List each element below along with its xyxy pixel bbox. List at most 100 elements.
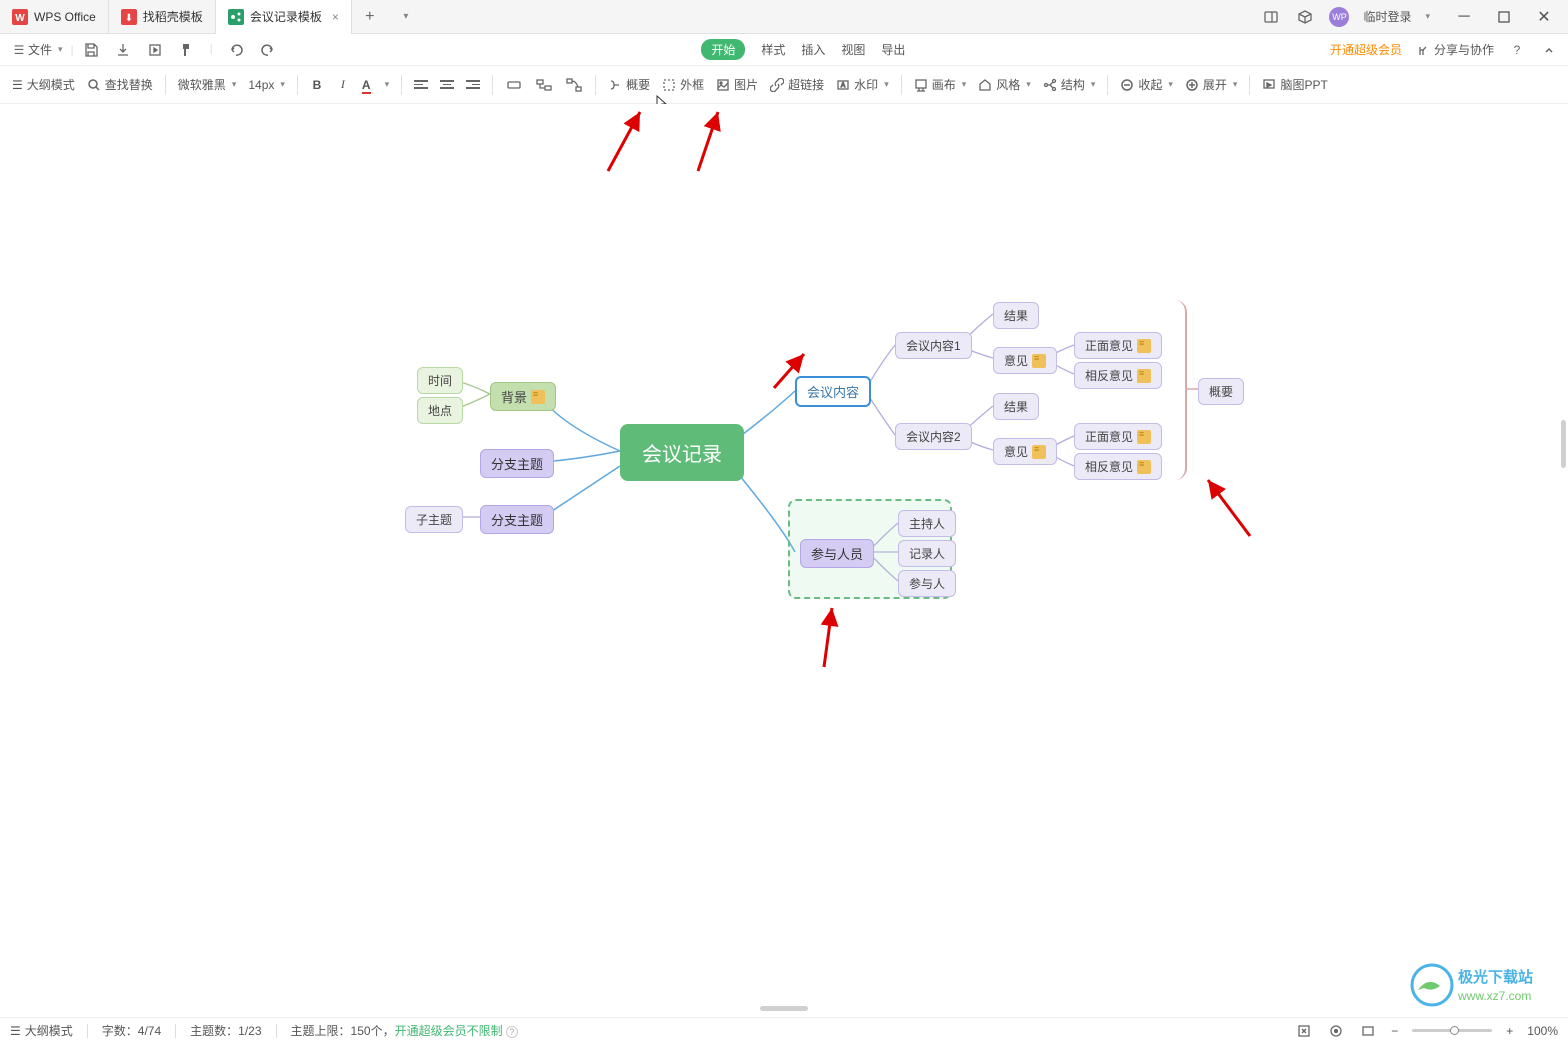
zoom-level[interactable]: 100% — [1527, 1024, 1558, 1038]
node-content1[interactable]: 会议内容1 — [895, 332, 972, 359]
italic-button[interactable]: I — [336, 77, 350, 92]
node-people[interactable]: 参与人员 — [800, 539, 874, 568]
vip-link[interactable]: 开通超级会员 — [1330, 41, 1402, 58]
relation-button[interactable] — [565, 76, 583, 94]
image-button[interactable]: 图片 — [716, 76, 758, 93]
sb-map-icon[interactable] — [1359, 1022, 1377, 1040]
expand-button[interactable]: 展开▾ — [1185, 76, 1238, 93]
node-child[interactable]: 子主题 — [405, 506, 463, 533]
menu-export[interactable]: 导出 — [881, 41, 905, 58]
panel-icon[interactable] — [1261, 7, 1281, 27]
login-status[interactable]: 临时登录 — [1363, 8, 1411, 25]
hyperlink-button[interactable]: 超链接 — [770, 76, 824, 93]
sb-vip-link[interactable]: 开通超级会员不限制 — [395, 1024, 503, 1038]
zoom-slider[interactable] — [1412, 1029, 1492, 1032]
tab-list-button[interactable]: ▾ — [388, 11, 424, 22]
collapse-ribbon-icon[interactable] — [1540, 41, 1558, 59]
align-right-button[interactable] — [466, 80, 480, 89]
summary-button[interactable]: 概要 — [608, 76, 650, 93]
font-color-button[interactable]: A — [362, 78, 371, 92]
tab-document[interactable]: 会议记录模板 × — [216, 0, 352, 34]
chevron-down-icon[interactable]: ▾ — [1425, 11, 1430, 22]
structure-button[interactable]: 结构▾ — [1043, 76, 1096, 93]
redo-icon[interactable] — [259, 41, 277, 59]
note-icon — [531, 390, 545, 404]
toolbar: ☰ 大纲模式 查找替换 微软雅黑▾ 14px▾ B I A▾ 概要 外框 图片 … — [0, 66, 1568, 104]
subtopic-button[interactable] — [535, 76, 553, 94]
close-icon[interactable]: × — [332, 10, 339, 24]
ppt-button[interactable]: 脑图PPT — [1262, 76, 1327, 93]
format-painter-icon[interactable] — [178, 41, 196, 59]
node-neg2[interactable]: 相反意见 — [1074, 453, 1162, 480]
canvas[interactable]: 会议记录 背景 时间 地点 分支主题 分支主题 子主题 会议内容 会议内容1 会… — [0, 104, 1568, 1017]
search-replace-button[interactable]: 查找替换 — [87, 76, 153, 93]
boundary-button[interactable]: 外框 — [662, 76, 704, 93]
svg-text:A: A — [841, 83, 845, 89]
titlebar: W WPS Office ⬇ 找稻壳模板 会议记录模板 × + ▾ WP 临时登… — [0, 0, 1568, 34]
collapse-button[interactable]: 收起▾ — [1120, 76, 1173, 93]
node-place[interactable]: 地点 — [417, 397, 463, 424]
node-result2[interactable]: 结果 — [993, 393, 1039, 420]
outline-mode-button[interactable]: ☰ 大纲模式 — [12, 76, 75, 93]
root-node[interactable]: 会议记录 — [620, 424, 744, 481]
sb-word-count: 字数：4/74 — [102, 1022, 161, 1039]
node-background[interactable]: 背景 — [490, 382, 556, 411]
menu-icon[interactable]: ☰ — [10, 41, 28, 59]
node-pos2[interactable]: 正面意见 — [1074, 423, 1162, 450]
canvas-button[interactable]: 画布▾ — [914, 76, 967, 93]
annotation-arrow — [808, 602, 848, 672]
node-result1[interactable]: 结果 — [993, 302, 1039, 329]
node-neg1[interactable]: 相反意见 — [1074, 362, 1162, 389]
note-icon — [1137, 460, 1151, 474]
avatar[interactable]: WP — [1329, 7, 1349, 27]
menu-start[interactable]: 开始 — [701, 39, 745, 60]
font-family-select[interactable]: 微软雅黑▾ — [178, 76, 237, 93]
tab-wps[interactable]: W WPS Office — [0, 0, 109, 34]
node-branch2[interactable]: 分支主题 — [480, 505, 554, 534]
info-icon[interactable]: ? — [506, 1026, 518, 1038]
tab-templates[interactable]: ⬇ 找稻壳模板 — [109, 0, 216, 34]
sb-center-icon[interactable] — [1327, 1022, 1345, 1040]
align-center-button[interactable] — [440, 80, 454, 89]
sb-outline-button[interactable]: ☰ 大纲模式 — [10, 1022, 73, 1039]
download-icon[interactable] — [114, 41, 132, 59]
sb-fit-icon[interactable] — [1295, 1022, 1313, 1040]
help-icon[interactable]: ? — [1508, 41, 1526, 59]
note-icon — [1137, 430, 1151, 444]
maximize-button[interactable] — [1484, 0, 1524, 34]
watermark-button[interactable]: A水印▾ — [836, 76, 889, 93]
horizontal-scroll-handle[interactable] — [760, 1006, 808, 1011]
node-summary[interactable]: 概要 — [1198, 378, 1244, 405]
node-time[interactable]: 时间 — [417, 367, 463, 394]
style-button[interactable]: 风格▾ — [978, 76, 1031, 93]
align-left-button[interactable] — [414, 80, 428, 89]
menu-insert[interactable]: 插入 — [801, 41, 825, 58]
file-menu[interactable]: 文件▾ — [28, 41, 63, 58]
undo-icon[interactable] — [227, 41, 245, 59]
node-host[interactable]: 主持人 — [898, 510, 956, 537]
close-button[interactable]: ✕ — [1524, 0, 1564, 34]
node-content2[interactable]: 会议内容2 — [895, 423, 972, 450]
watermark-logo: 极光下载站 www.xz7.com — [1410, 962, 1550, 1013]
add-tab-button[interactable]: + — [352, 8, 388, 26]
menu-view[interactable]: 视图 — [841, 41, 865, 58]
node-opinion1[interactable]: 意见 — [993, 347, 1057, 374]
zoom-out-button[interactable]: − — [1391, 1024, 1398, 1038]
node-recorder[interactable]: 记录人 — [898, 540, 956, 567]
bold-button[interactable]: B — [310, 78, 324, 92]
cube-icon[interactable] — [1295, 7, 1315, 27]
topic-button[interactable] — [505, 76, 523, 94]
node-attendee[interactable]: 参与人 — [898, 570, 956, 597]
save-icon[interactable] — [82, 41, 100, 59]
export-icon[interactable] — [146, 41, 164, 59]
minimize-button[interactable]: ─ — [1444, 0, 1484, 34]
node-pos1[interactable]: 正面意见 — [1074, 332, 1162, 359]
share-button[interactable]: 分享与协作 — [1416, 41, 1494, 58]
node-opinion2[interactable]: 意见 — [993, 438, 1057, 465]
zoom-in-button[interactable]: + — [1506, 1024, 1513, 1038]
vertical-scroll-handle[interactable] — [1561, 420, 1566, 468]
node-branch1[interactable]: 分支主题 — [480, 449, 554, 478]
svg-text:极光下载站: 极光下载站 — [1458, 968, 1533, 986]
font-size-select[interactable]: 14px▾ — [248, 78, 285, 92]
menu-style[interactable]: 样式 — [761, 41, 785, 58]
